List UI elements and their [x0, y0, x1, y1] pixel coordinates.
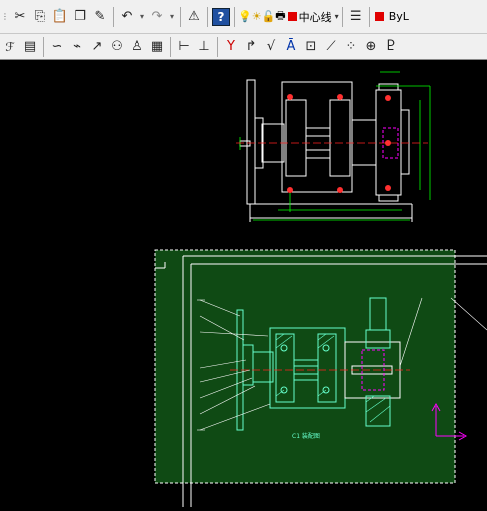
center-mark-icon[interactable]: ⁘	[341, 36, 361, 58]
coordinate-dim-icon[interactable]: ⊥	[194, 36, 214, 58]
layer-combo[interactable]: 💡 ☀ 🔓 🖶 中心线 ▾	[238, 7, 339, 27]
standard-toolbar: ⋮ ✂ ⎘ 📋 ❐ ✎ ↶ ▾ ↷ ▾ ⚠ ? 💡 ☀ 🔓 🖶 中心线 ▾ ☰ …	[0, 0, 487, 34]
spline-icon[interactable]: ℱ	[0, 36, 20, 58]
undo-dropdown-icon[interactable]: ▾	[137, 6, 147, 28]
symbol-icon[interactable]: Ⴒ	[381, 36, 401, 58]
redo-icon[interactable]: ↷	[147, 6, 167, 28]
adcenter-icon[interactable]: ⚠	[184, 6, 204, 28]
drawing-canvas[interactable]: C1 装配图	[0, 60, 487, 507]
layer-freeze-icon: ☀	[251, 10, 262, 23]
layer-on-icon: 💡	[238, 10, 252, 23]
surface-icon[interactable]: ⟋	[321, 36, 341, 58]
selected-drawing-sheet[interactable]	[154, 249, 487, 507]
user-block-icon[interactable]: ♙	[127, 36, 147, 58]
top-assembly-view[interactable]	[239, 79, 413, 222]
layer-lock-icon: 🔓	[261, 10, 276, 23]
separator	[43, 36, 44, 57]
separator	[180, 6, 181, 27]
separator	[217, 36, 218, 57]
layer-color-swatch	[287, 12, 297, 21]
datum-icon[interactable]: Ā	[281, 36, 301, 58]
separator	[207, 6, 208, 27]
balloon-icon[interactable]: ⚇	[107, 36, 127, 58]
separator	[341, 6, 343, 27]
separator	[234, 6, 235, 27]
weld-icon[interactable]: ⊕	[361, 36, 381, 58]
help-icon: ?	[212, 7, 230, 26]
title-block-icon[interactable]: ▦	[147, 36, 167, 58]
color-combo[interactable]: ByL	[373, 7, 409, 27]
help-button[interactable]: ?	[211, 6, 231, 28]
wave-line-icon[interactable]: ∽	[47, 36, 67, 58]
leader-icon[interactable]: ↗	[87, 36, 107, 58]
angle-icon[interactable]: ↱	[241, 36, 261, 58]
chamfer-icon[interactable]: Y	[221, 36, 241, 58]
top-view-centerline	[236, 94, 428, 193]
layer-name: 中心线	[298, 10, 332, 24]
separator	[368, 6, 370, 27]
tolerance-icon[interactable]: ⊡	[301, 36, 321, 58]
color-name: ByL	[388, 10, 409, 23]
check-icon[interactable]: √	[261, 36, 281, 58]
paste-icon[interactable]: 📋	[50, 6, 70, 28]
table-icon[interactable]: ▤	[20, 36, 40, 58]
layer-dropdown-icon[interactable]: ▾	[335, 12, 339, 21]
redo-dropdown-icon[interactable]: ▾	[167, 6, 177, 28]
cut-icon[interactable]: ✂	[10, 6, 30, 28]
copy-icon[interactable]: ⎘	[30, 6, 50, 28]
toolbar-grip-icon: ⋮	[1, 12, 9, 21]
color-swatch	[374, 12, 384, 21]
drawing-label: C1 装配图	[292, 432, 320, 440]
match-properties-icon[interactable]: ✎	[90, 6, 110, 28]
layer-manager-icon[interactable]: ☰	[346, 6, 366, 28]
layer-plot-icon: 🖶	[275, 9, 286, 22]
break-line-icon[interactable]: ⌁	[67, 36, 87, 58]
separator	[113, 6, 114, 27]
dimension-icon[interactable]: ⊢	[174, 36, 194, 58]
drawing-svg: C1 装配图	[154, 71, 487, 507]
separator	[170, 36, 171, 57]
clipboard-icon[interactable]: ❐	[70, 6, 90, 28]
gb-drawing-toolbar: ℱ ▤ ∽ ⌁ ↗ ⚇ ♙ ▦ ⊢ ⊥ Y ↱ √ Ā ⊡ ⟋ ⁘ ⊕ Ⴒ	[0, 34, 487, 60]
undo-icon[interactable]: ↶	[117, 6, 137, 28]
